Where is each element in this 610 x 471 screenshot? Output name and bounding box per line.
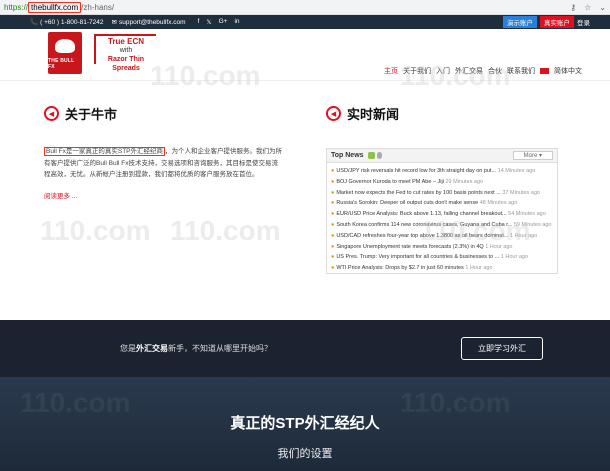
section-title: 真正的STP外汇经纪人 [230, 415, 380, 432]
news-item[interactable]: ● US Pres. Trump: Very important for all … [331, 252, 553, 263]
live-account-button[interactable]: 真实账户 [540, 16, 574, 28]
news-list: ● USD/JPY risk reversals hit record low f… [327, 163, 557, 277]
bullet-icon: ● [331, 178, 335, 185]
bullet-icon: ● [331, 189, 335, 196]
demo-account-button[interactable]: 演示账户 [503, 16, 537, 28]
bull-icon [55, 39, 75, 53]
about-highlight: Bull Fx是一家真正的真实STP外汇经纪商 [44, 147, 166, 156]
url-scheme: https:// [4, 2, 29, 12]
address-bar[interactable]: https:// thebullfx.com /zh-hans/ ⚷ ☆ ⌄ [0, 0, 610, 15]
read-more-link[interactable]: 阅读更多 ... [44, 190, 77, 200]
bullet-icon: ● [331, 200, 335, 207]
apple-icon[interactable] [376, 152, 382, 159]
url-path: /zh-hans/ [81, 2, 115, 12]
news-item[interactable]: ● Singapore Unemployment rate meets forec… [331, 242, 553, 253]
bullet-icon: ● [331, 232, 335, 239]
china-flag-icon [540, 68, 549, 74]
google-plus-icon[interactable]: G+ [219, 18, 228, 26]
linkedin-icon[interactable]: in [234, 18, 239, 26]
bullet-icon: ● [331, 265, 335, 272]
bullet-icon: ● [331, 168, 335, 174]
nav-getting-started[interactable]: 入门 [436, 66, 450, 76]
tagline: True ECN with Razor Thin Spreads [94, 34, 156, 72]
bullet-icon: ● [331, 221, 335, 228]
star-icon[interactable]: ☆ [584, 3, 591, 12]
menu-icon[interactable]: ⌄ [599, 3, 606, 12]
watermark: 110.com [40, 215, 151, 246]
news-item[interactable]: ● Russia's Sorokin: Deeper oil output cut… [331, 198, 553, 209]
phone: 📞 ( +60 ) 1-800-81-7242 [30, 18, 104, 27]
news-item[interactable]: ● BOJ Governor Kuroda to meet PM Abe – Ji… [331, 177, 553, 188]
chevron-left-circle-icon: ◀ [326, 106, 341, 121]
about-text: Bull Fx是一家真正的真实STP外汇经纪商 ，为个人和企业客户提供服务。我们为… [44, 147, 283, 178]
about-heading: ◀ 关于牛市 [44, 104, 117, 123]
android-icon[interactable] [367, 152, 375, 159]
watermark: 110.com [170, 215, 281, 246]
news-item[interactable]: ● WTI Price Analysis: Drops by $2.7 in ju… [331, 263, 553, 274]
social-links: f 𝕏 G+ in [198, 18, 240, 26]
nav-forex-trading[interactable]: 外汇交易 [455, 66, 483, 76]
bullet-icon: ● [331, 254, 335, 261]
key-icon[interactable]: ⚷ [570, 3, 576, 12]
learn-forex-button[interactable]: 立即学习外汇 [461, 337, 543, 360]
brand-logo[interactable]: THE BULL FX [48, 32, 82, 74]
news-item[interactable]: ● EUR/USD Price Analysis: Buck above 1.13… [331, 209, 553, 220]
facebook-icon[interactable]: f [198, 18, 200, 26]
news-item[interactable]: ● Market now expects the Fed to cut rates… [331, 188, 553, 199]
more-dropdown[interactable]: More ▾ [512, 151, 553, 160]
nav-language[interactable]: 简体中文 [554, 66, 582, 76]
news-item[interactable]: ● USD/JPY risk reversals hit record low f… [331, 166, 553, 177]
chevron-left-circle-icon: ◀ [44, 106, 59, 121]
section-subtitle: 我们的设置 [277, 448, 333, 460]
news-widget-header: Top News More ▾ [327, 149, 557, 163]
url-host: thebullfx.com [28, 1, 82, 13]
phone-icon: 📞 [30, 19, 39, 26]
nav-partnership[interactable]: 合伙 [488, 66, 502, 76]
nav-contact[interactable]: 联系我们 [507, 66, 535, 76]
email[interactable]: ✉ support@thebullfx.com [111, 18, 186, 27]
news-item[interactable]: ● South Korea confirms 114 new coronaviru… [331, 220, 553, 231]
news-widget: Top News More ▾ ● USD/JPY risk reversals … [326, 148, 558, 274]
login-link[interactable]: 登录 [577, 17, 590, 27]
main-nav: 主页 关于我们 入门 外汇交易 合伙 联系我们 简体中文 [384, 66, 582, 76]
news-item[interactable]: ● USD/CAD refreshes four-year top above 1… [331, 231, 553, 242]
news-heading: ◀ 实时新闻 [326, 104, 399, 123]
mail-icon: ✉ [111, 19, 117, 26]
cta-banner: 您是外汇交易新手，不知道从哪里开始吗？ 立即学习外汇 [0, 320, 610, 377]
twitter-icon[interactable]: 𝕏 [206, 18, 211, 26]
banner-text: 您是外汇交易新手，不知道从哪里开始吗？ [120, 344, 272, 353]
nav-about[interactable]: 关于我们 [403, 66, 431, 76]
stp-section: 真正的STP外汇经纪人 我们的设置 110.com 110.com [0, 377, 610, 471]
contact-bar: 📞 ( +60 ) 1-800-81-7242 ✉ support@thebul… [0, 15, 610, 29]
bullet-icon: ● [331, 243, 335, 250]
bullet-icon: ● [331, 211, 335, 218]
nav-home[interactable]: 主页 [384, 66, 398, 76]
